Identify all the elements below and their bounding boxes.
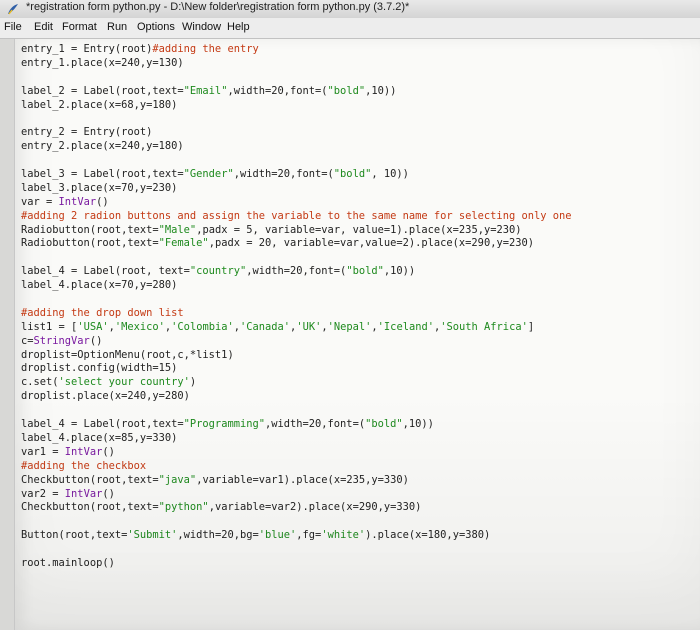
code-line: entry_1 = Entry(root)#adding the entry bbox=[21, 43, 259, 55]
menu-run[interactable]: Run bbox=[107, 21, 127, 33]
code-line: Button(root,text='Submit',width=20,bg='b… bbox=[21, 529, 491, 542]
code-line: entry_1.place(x=240,y=130) bbox=[21, 56, 184, 69]
menu-format[interactable]: Format bbox=[62, 21, 97, 33]
code-line: label_3.place(x=70,y=230) bbox=[21, 181, 178, 194]
code-line: label_4 = Label(root,text="Programming",… bbox=[21, 418, 434, 431]
code-line: label_2 = Label(root,text="Email",width=… bbox=[21, 84, 397, 97]
code-line: var1 = IntVar() bbox=[21, 445, 115, 458]
window-title: *registration form python.py - D:\New fo… bbox=[26, 1, 410, 13]
code-line: ​ bbox=[21, 293, 700, 307]
menu-bar: File Edit Format Run Options Window Help bbox=[0, 18, 700, 39]
title-bar: *registration form python.py - D:\New fo… bbox=[0, 0, 700, 19]
code-line: entry_2 = Entry(root) bbox=[21, 126, 153, 139]
code-line: label_4.place(x=70,y=280) bbox=[21, 279, 178, 292]
menu-help[interactable]: Help bbox=[227, 21, 250, 33]
idle-editor-window: *registration form python.py - D:\New fo… bbox=[0, 0, 700, 630]
code-line: c=StringVar() bbox=[21, 334, 103, 347]
code-editor[interactable]: entry_1 = Entry(root)#adding the entry en… bbox=[14, 39, 700, 630]
code-line: c.set('select your country') bbox=[21, 376, 197, 389]
python-feather-icon bbox=[8, 4, 18, 15]
code-line: ​ bbox=[21, 112, 700, 126]
code-line: Radiobutton(root,text="Male",padx = 5, v… bbox=[21, 223, 522, 236]
code-line: ​ bbox=[21, 71, 700, 85]
code-line: var = IntVar() bbox=[21, 195, 109, 208]
menu-edit[interactable]: Edit bbox=[34, 21, 53, 33]
code-line: label_4.place(x=85,y=330) bbox=[21, 431, 178, 444]
menu-file[interactable]: File bbox=[4, 21, 22, 33]
code-line: label_4 = Label(root, text="country",wid… bbox=[21, 265, 416, 278]
code-line: #adding 2 radion buttons and assign the … bbox=[21, 209, 572, 222]
code-line: ​ bbox=[21, 154, 700, 168]
code-line: root.mainloop() bbox=[21, 556, 115, 569]
code-line: #adding the checkbox bbox=[21, 459, 147, 472]
menu-options[interactable]: Options bbox=[137, 21, 175, 33]
code-line: list1 = ['USA','Mexico','Colombia','Cana… bbox=[21, 320, 535, 333]
code-line: ​ bbox=[21, 251, 700, 265]
code-line: ​ bbox=[21, 543, 700, 557]
code-line: Checkbutton(root,text="python",variable=… bbox=[21, 501, 422, 514]
code-line: ​ bbox=[21, 515, 700, 529]
code-line: droplist.place(x=240,y=280) bbox=[21, 390, 190, 403]
code-line: droplist.config(width=15) bbox=[21, 362, 178, 375]
code-line: #adding the drop down list bbox=[21, 306, 184, 319]
code-line: var2 = IntVar() bbox=[21, 487, 115, 500]
code-line: Radiobutton(root,text="Female",padx = 20… bbox=[21, 237, 534, 250]
code-line: droplist=OptionMenu(root,c,*list1) bbox=[21, 348, 234, 361]
menu-window[interactable]: Window bbox=[182, 21, 221, 33]
code-area[interactable]: entry_1 = Entry(root)#adding the entry en… bbox=[21, 43, 700, 571]
code-line: Checkbutton(root,text="java",variable=va… bbox=[21, 473, 409, 486]
code-line: ​ bbox=[21, 404, 700, 418]
code-line: label_3 = Label(root,text="Gender",width… bbox=[21, 168, 409, 181]
code-line: label_2.place(x=68,y=180) bbox=[21, 98, 178, 111]
code-line: entry_2.place(x=240,y=180) bbox=[21, 140, 184, 153]
